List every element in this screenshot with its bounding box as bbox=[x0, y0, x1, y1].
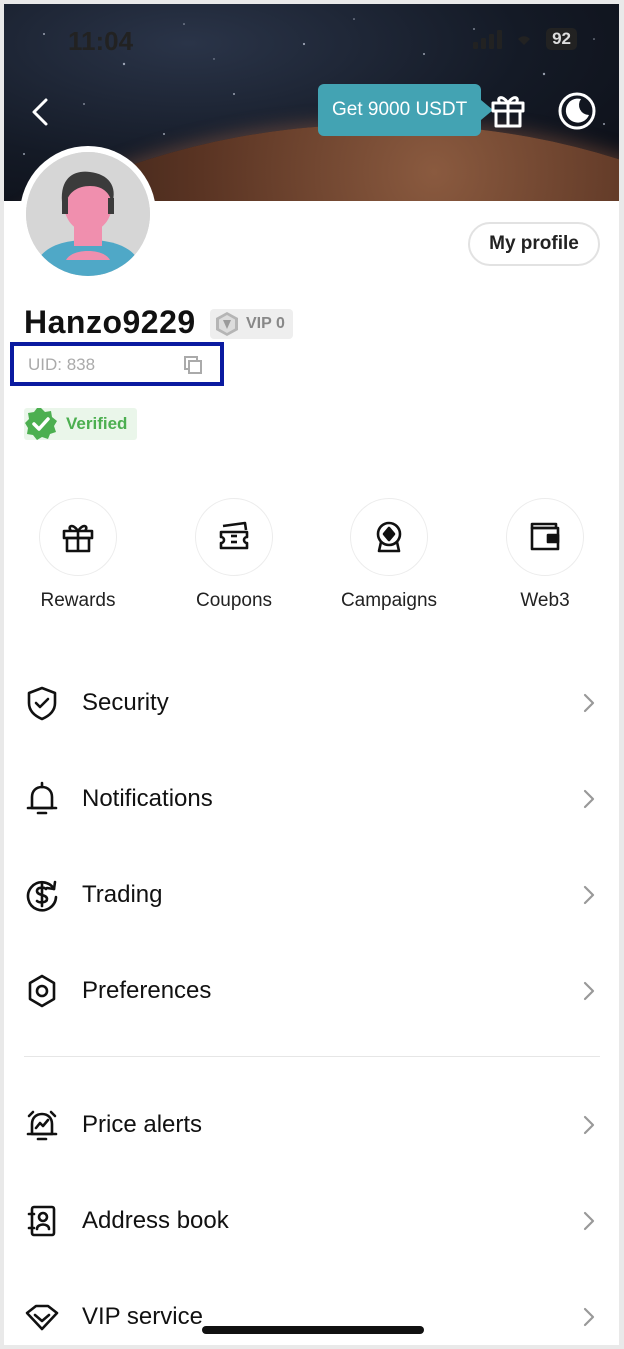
chevron-right-icon bbox=[583, 1211, 595, 1231]
avatar[interactable] bbox=[20, 146, 156, 282]
menu-label: Preferences bbox=[82, 977, 212, 1004]
shortcut-row: Rewards Coupons Campaigns Web3 bbox=[4, 498, 619, 628]
menu-label: Security bbox=[82, 689, 169, 716]
gift-icon bbox=[62, 524, 94, 553]
wifi-icon bbox=[518, 36, 531, 45]
shortcut-coupons[interactable]: Coupons bbox=[164, 498, 304, 612]
contact-book-icon bbox=[24, 1203, 60, 1239]
shortcut-web3[interactable]: Web3 bbox=[475, 498, 615, 612]
menu-label: Price alerts bbox=[82, 1111, 203, 1138]
profile-screen: 11:04 92 Get 9000 USDT My profile Hanzo9… bbox=[4, 4, 619, 1345]
back-arrow-icon[interactable] bbox=[24, 92, 60, 132]
copy-icon[interactable] bbox=[182, 354, 204, 376]
username: Hanzo9229 bbox=[24, 304, 196, 340]
diamond-icon bbox=[24, 1299, 60, 1335]
promo-tooltip[interactable]: Get 9000 USDT bbox=[318, 84, 494, 136]
menu-item-preferences[interactable]: Preferences bbox=[4, 943, 619, 1039]
menu-item-trading[interactable]: Trading bbox=[4, 847, 619, 943]
shield-icon bbox=[24, 685, 60, 721]
uid-highlight-box: UID: 838 bbox=[10, 342, 224, 386]
moon-icon[interactable] bbox=[556, 90, 598, 132]
shortcut-label: Campaigns bbox=[340, 590, 438, 611]
status-time: 11:04 bbox=[68, 26, 134, 56]
section-divider bbox=[24, 1056, 600, 1057]
dollar-cycle-icon bbox=[24, 877, 60, 913]
award-icon bbox=[376, 521, 402, 553]
chevron-right-icon bbox=[583, 693, 595, 713]
chevron-right-icon bbox=[583, 1115, 595, 1135]
uid-text: UID: 838 bbox=[28, 355, 96, 374]
chevron-right-icon bbox=[583, 885, 595, 905]
avatar-illustration bbox=[26, 152, 150, 276]
menu-item-price-alerts[interactable]: Price alerts bbox=[4, 1077, 619, 1173]
my-profile-button[interactable]: My profile bbox=[468, 222, 600, 266]
vip-label: VIP 0 bbox=[246, 315, 285, 332]
menu-item-security[interactable]: Security bbox=[4, 655, 619, 751]
gift-icon[interactable] bbox=[488, 90, 528, 130]
settings-menu: Security Notifications Trading Preferenc… bbox=[4, 655, 619, 1039]
shortcut-campaigns[interactable]: Campaigns bbox=[319, 498, 459, 612]
shortcut-label: Coupons bbox=[195, 590, 273, 611]
status-indicators: 92 bbox=[473, 28, 577, 50]
bell-icon bbox=[24, 781, 60, 817]
menu-label: Address book bbox=[82, 1207, 229, 1234]
alarm-icon bbox=[24, 1107, 60, 1143]
menu-label: Notifications bbox=[82, 785, 213, 812]
home-indicator bbox=[202, 1326, 424, 1334]
hexagon-settings-icon bbox=[24, 973, 60, 1009]
menu-item-address-book[interactable]: Address book bbox=[4, 1173, 619, 1269]
ticket-icon bbox=[219, 521, 249, 550]
shortcut-rewards[interactable]: Rewards bbox=[8, 498, 148, 612]
shortcut-label: Rewards bbox=[40, 590, 116, 611]
battery-level: 92 bbox=[546, 28, 577, 50]
chevron-right-icon bbox=[583, 981, 595, 1001]
verified-check-icon bbox=[25, 408, 57, 440]
verified-label: Verified bbox=[66, 414, 128, 433]
chevron-right-icon bbox=[583, 789, 595, 809]
chevron-right-icon bbox=[583, 1307, 595, 1327]
vip-badge[interactable]: VIP 0 bbox=[210, 309, 293, 339]
shortcut-label: Web3 bbox=[520, 590, 570, 611]
menu-label: VIP service bbox=[82, 1303, 203, 1330]
signal-icon bbox=[473, 29, 503, 49]
wallet-icon bbox=[530, 522, 560, 551]
verified-badge: Verified bbox=[24, 408, 138, 440]
tools-menu: Price alerts Address book VIP service bbox=[4, 1077, 619, 1345]
menu-label: Trading bbox=[82, 881, 163, 908]
menu-item-notifications[interactable]: Notifications bbox=[4, 751, 619, 847]
vip-shield-icon bbox=[216, 312, 238, 336]
